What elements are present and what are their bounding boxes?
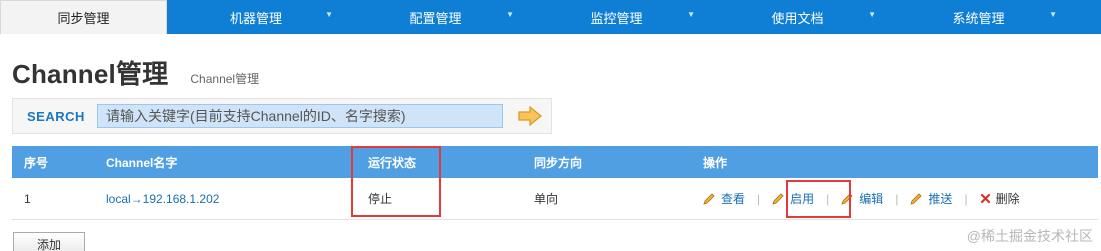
watermark: @稀土掘金技术社区 [966, 228, 1093, 244]
tab-sync-management[interactable]: 同步管理 [0, 0, 167, 34]
tab-label: 使用文档 [771, 10, 824, 26]
tab-label: 监控管理 [590, 10, 643, 26]
row-direction: 单向 [534, 192, 559, 206]
view-button[interactable]: 查看 [703, 190, 745, 207]
view-label: 查看 [721, 192, 746, 206]
page-subtitle: Channel管理 [190, 72, 260, 86]
row-index: 1 [24, 191, 31, 206]
push-label: 推送 [928, 192, 953, 206]
tab-label: 同步管理 [57, 11, 110, 26]
tab-label: 配置管理 [409, 10, 462, 26]
tab-machine-management[interactable]: 机器管理 ▼ [167, 0, 345, 34]
close-icon [980, 193, 990, 204]
separator: | [757, 191, 761, 206]
enable-highlight-box [786, 180, 851, 218]
pencil-icon [703, 193, 715, 205]
table-row: 1 local→192.168.1.202 停止 单向 查看 | 启用 | 编辑… [12, 178, 1098, 220]
separator: | [895, 191, 899, 206]
column-header-actions: 操作 [703, 155, 728, 170]
tab-label: 系统管理 [952, 10, 1005, 26]
chevron-down-icon: ▼ [506, 10, 514, 19]
channel-name-link[interactable]: local→192.168.1.202 [106, 192, 219, 206]
column-header-name: Channel名字 [106, 155, 178, 170]
chevron-down-icon: ▼ [325, 10, 333, 19]
separator: | [964, 191, 968, 206]
edit-label: 编辑 [859, 192, 884, 206]
pencil-icon [910, 193, 922, 205]
search-label: SEARCH [27, 109, 85, 124]
column-header-direction: 同步方向 [534, 155, 583, 170]
table-header: 序号 Channel名字 运行状态 同步方向 操作 [12, 146, 1098, 178]
page-header: Channel管理 Channel管理 [12, 54, 259, 91]
tab-config-management[interactable]: 配置管理 ▼ [345, 0, 526, 34]
row-actions: 查看 | 启用 | 编辑 | 推送 | 删除 [703, 190, 1098, 207]
pencil-icon [772, 193, 784, 205]
search-input[interactable] [97, 104, 503, 128]
tab-docs[interactable]: 使用文档 ▼ [707, 0, 888, 34]
delete-button[interactable]: 删除 [980, 190, 1020, 207]
chevron-down-icon: ▼ [687, 10, 695, 19]
delete-label: 删除 [995, 192, 1020, 206]
top-nav: 同步管理 机器管理 ▼ 配置管理 ▼ 监控管理 ▼ 使用文档 ▼ 系统管理 ▼ [0, 0, 1101, 34]
column-header-index: 序号 [24, 155, 49, 170]
search-bar: SEARCH [12, 98, 552, 134]
tab-label: 机器管理 [229, 10, 282, 26]
add-button[interactable]: 添加 [13, 232, 85, 251]
tab-system-management[interactable]: 系统管理 ▼ [888, 0, 1069, 34]
chevron-down-icon: ▼ [868, 10, 876, 19]
status-highlight-box [351, 146, 441, 217]
chevron-down-icon: ▼ [1049, 10, 1057, 19]
arrow-right-icon[interactable] [517, 106, 543, 126]
push-button[interactable]: 推送 [910, 190, 952, 207]
page-title: Channel管理 [12, 59, 169, 89]
channel-table: 序号 Channel名字 运行状态 同步方向 操作 1 local→192.16… [12, 146, 1098, 220]
tab-monitor-management[interactable]: 监控管理 ▼ [526, 0, 707, 34]
